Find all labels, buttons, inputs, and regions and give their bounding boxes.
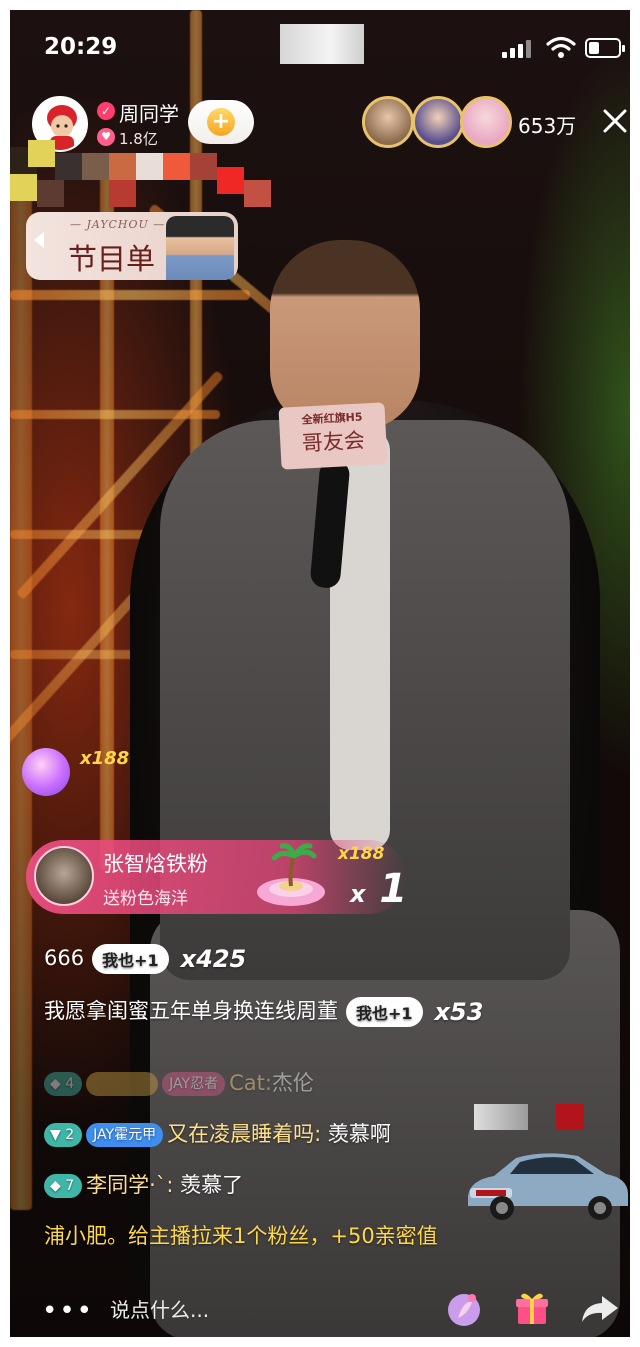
program-list-card[interactable]: — JAYCHOU — 节目单 bbox=[26, 212, 238, 280]
stage-truss bbox=[10, 290, 250, 300]
mosaic-block bbox=[163, 153, 190, 180]
mosaic-block bbox=[55, 153, 82, 180]
program-card-photo bbox=[166, 216, 234, 280]
viewer-avatar[interactable] bbox=[362, 96, 414, 148]
performer-head bbox=[270, 240, 420, 430]
stage-truss bbox=[10, 160, 32, 1210]
mic-sponsor-card: 全新红旗H5 哥友会 bbox=[278, 402, 388, 470]
status-time: 20:29 bbox=[44, 34, 118, 60]
small-gift-count: x188 bbox=[80, 748, 130, 769]
live-stream-screen: 全新红旗H5 哥友会 20:29 ✓ 周同学 ♥ 1.8亿 + 653万 — J… bbox=[10, 10, 630, 1337]
mic-card-line2: 哥友会 bbox=[301, 428, 366, 456]
user-level-badge: ▼ 2 bbox=[44, 1123, 83, 1147]
gift-multiplier-number: 1 bbox=[379, 866, 408, 912]
gift-sender-name: 张智焓铁粉 bbox=[103, 852, 208, 876]
status-redacted-block bbox=[280, 24, 364, 64]
chat-message: 我愿拿闺蜜五年单身换连线周董 我也+1 x53 bbox=[44, 995, 483, 1027]
follow-plus: + bbox=[207, 108, 235, 136]
chat-message: ◆ 7 李同学·`: 羡慕了 bbox=[44, 1169, 243, 1199]
chat-message-text: 羡慕啊 bbox=[327, 1122, 391, 1146]
mosaic-block bbox=[109, 180, 136, 207]
metoo-button[interactable]: 我也+1 bbox=[92, 944, 169, 974]
program-card-title: 节目单 bbox=[68, 242, 156, 276]
chat-message: ▼ 2 JAY霍元甲 又在凌晨睡着吗: 羡慕啊 bbox=[44, 1118, 391, 1148]
balloon-gift-icon bbox=[22, 748, 70, 796]
join-notice: 浦小肥。给主播拉来1个粉丝，+50亲密值 bbox=[44, 1224, 438, 1248]
follow-button[interactable]: + bbox=[188, 100, 254, 144]
fan-badge: JAY霍元甲 bbox=[86, 1123, 164, 1147]
metoo-button[interactable]: 我也+1 bbox=[346, 997, 423, 1027]
gift-multiplier-x: x bbox=[350, 880, 366, 908]
mosaic-block bbox=[244, 180, 271, 207]
mosaic-block bbox=[37, 180, 64, 207]
mosaic-block bbox=[474, 1104, 528, 1130]
potion-icon[interactable] bbox=[444, 1288, 484, 1328]
fan-badge: JAY忍者 bbox=[162, 1072, 226, 1096]
car-icon[interactable] bbox=[460, 1144, 630, 1226]
user-level-badge: ◆ 4 bbox=[44, 1072, 83, 1096]
chat-message-text: 杰伦 bbox=[271, 1071, 314, 1095]
mosaic-block bbox=[136, 153, 163, 180]
mosaic-block bbox=[190, 153, 217, 180]
mosaic-block bbox=[556, 1104, 584, 1130]
chat-username: 李同学·`: bbox=[86, 1173, 174, 1197]
verified-icon: ✓ bbox=[97, 102, 115, 120]
viewer-count[interactable]: 653万 bbox=[518, 110, 576, 139]
user-level-badge: ◆ 7 bbox=[44, 1174, 83, 1198]
user-level: 7 bbox=[65, 1178, 75, 1194]
chat-username: 又在凌晨睡着吗: bbox=[167, 1122, 322, 1146]
fan-badge-redacted bbox=[86, 1072, 159, 1096]
chat-message: ◆ 4 JAY忍者 Cat:杰伦 bbox=[44, 1067, 314, 1097]
mosaic-block bbox=[82, 153, 109, 180]
host-likes: 1.8亿 bbox=[119, 130, 158, 148]
gift-icon[interactable] bbox=[512, 1288, 552, 1328]
chevron-left-icon bbox=[34, 232, 44, 248]
gift-multiplier: x 1 bbox=[350, 866, 407, 912]
battery-level bbox=[589, 42, 599, 54]
viewer-avatar[interactable] bbox=[412, 96, 464, 148]
island-gift-icon bbox=[257, 843, 325, 906]
comment-input[interactable] bbox=[110, 1290, 390, 1330]
gift-count-top: x188 bbox=[338, 844, 385, 864]
mosaic-block bbox=[28, 140, 55, 167]
mosaic-block bbox=[217, 167, 244, 194]
signal-icon bbox=[502, 40, 534, 58]
host-name[interactable]: 周同学 bbox=[119, 98, 179, 127]
mosaic-block bbox=[109, 153, 136, 180]
close-icon[interactable] bbox=[600, 106, 630, 136]
chat-message-text: 羡慕了 bbox=[180, 1173, 244, 1197]
viewer-avatar[interactable] bbox=[460, 96, 512, 148]
wifi-icon bbox=[546, 36, 576, 58]
mosaic-block bbox=[10, 174, 37, 201]
program-card-subtitle: — JAYCHOU — bbox=[70, 218, 166, 231]
chat-text: 我愿拿闺蜜五年单身换连线周董 bbox=[44, 999, 338, 1023]
more-button[interactable]: ••• bbox=[42, 1298, 94, 1324]
heart-icon: ♥ bbox=[97, 128, 115, 146]
combo-count: x425 bbox=[180, 945, 247, 973]
user-level: 4 bbox=[65, 1076, 75, 1092]
battery-icon bbox=[585, 38, 625, 58]
gift-sender-avatar[interactable] bbox=[34, 846, 94, 906]
chat-message: 666 我也+1 x425 bbox=[44, 944, 246, 974]
gift-description: 送粉色海洋 bbox=[103, 889, 188, 909]
share-icon[interactable] bbox=[580, 1288, 620, 1328]
chat-text: 666 bbox=[44, 946, 85, 970]
combo-count: x53 bbox=[434, 998, 484, 1026]
user-level: 2 bbox=[65, 1127, 75, 1143]
chat-username: Cat: bbox=[229, 1071, 272, 1095]
